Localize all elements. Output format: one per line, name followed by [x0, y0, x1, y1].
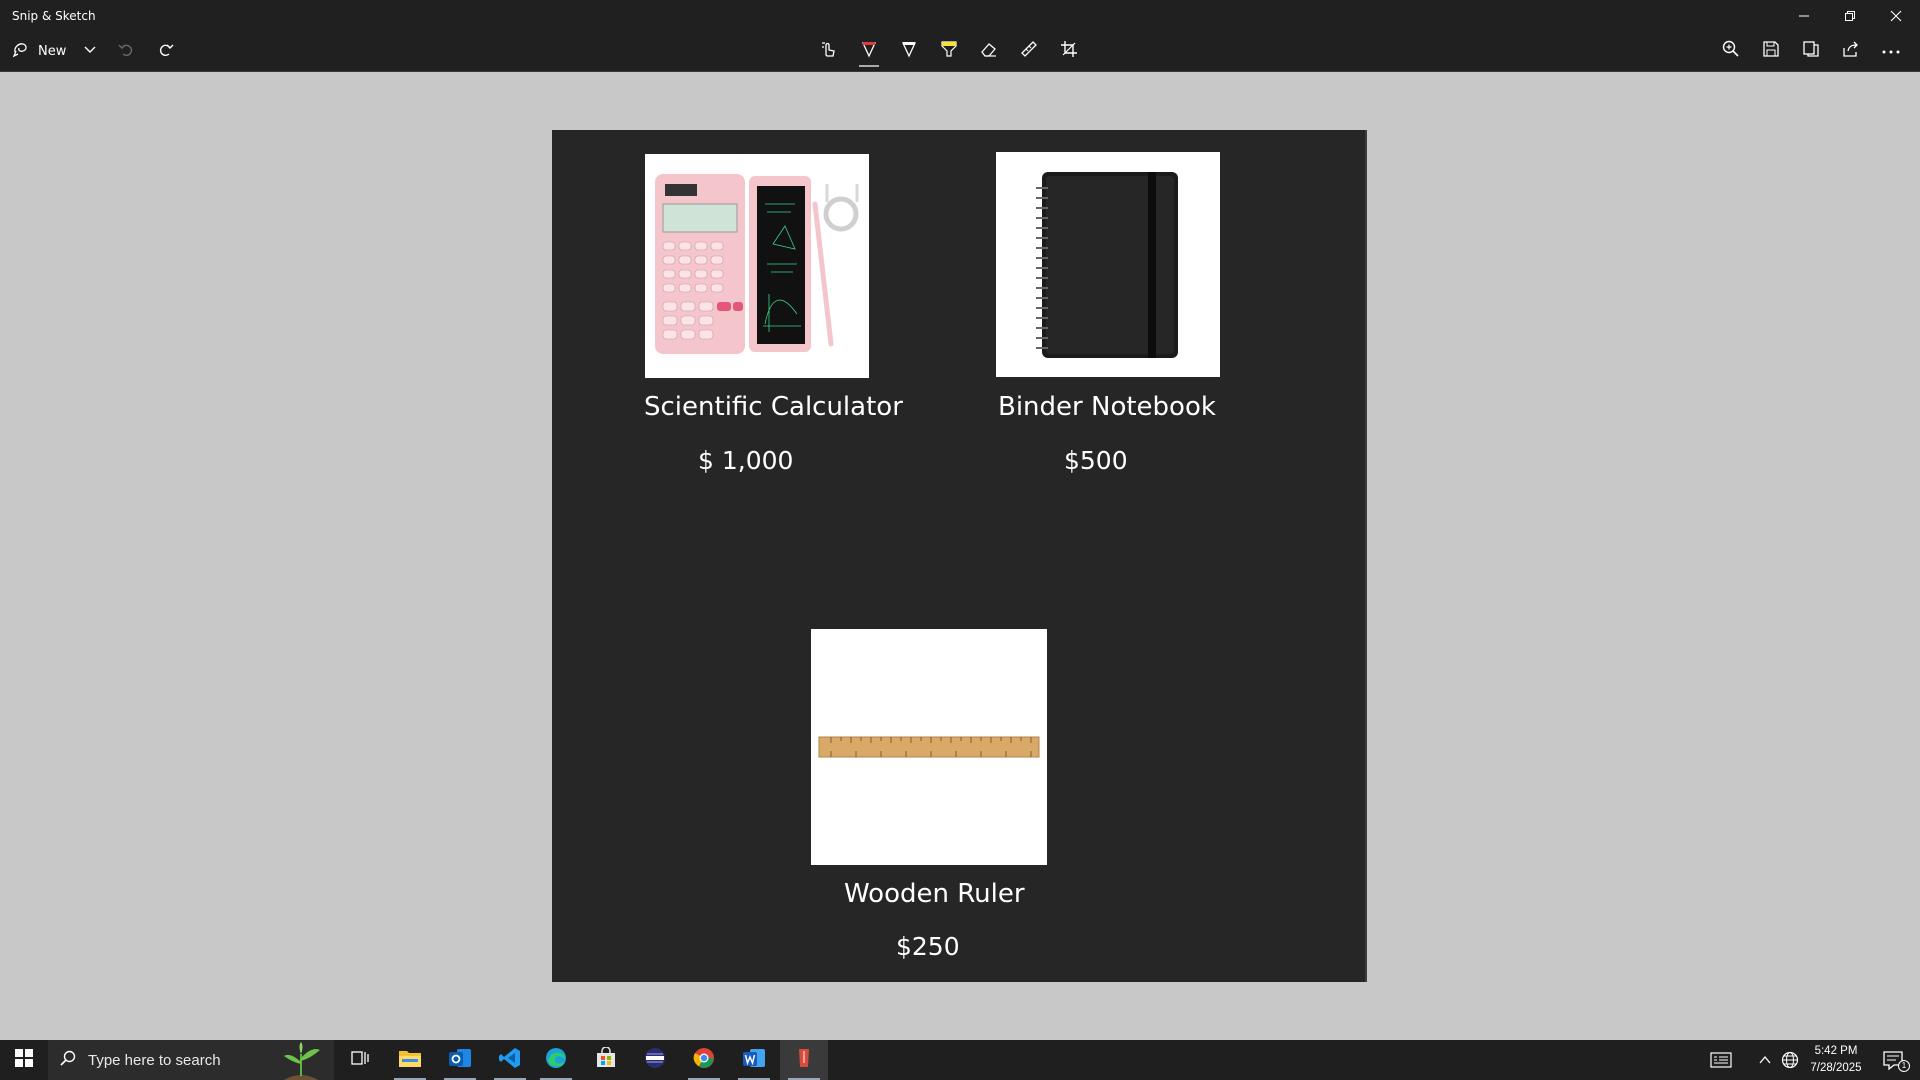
taskbar-search-box[interactable]: Type here to search: [48, 1040, 334, 1080]
pencil-button[interactable]: [891, 35, 927, 67]
notebook-image: [996, 152, 1220, 377]
ballpoint-pen-button[interactable]: [851, 35, 887, 67]
word-icon: [742, 1047, 766, 1074]
eraser-icon: [979, 39, 999, 64]
network-globe-icon[interactable]: [1778, 1040, 1802, 1080]
new-options-dropdown[interactable]: [72, 35, 108, 67]
notification-center-button[interactable]: 1: [1874, 1040, 1914, 1080]
taskbar-chrome[interactable]: [680, 1040, 728, 1080]
title-bar: Snip & Sketch: [0, 0, 1920, 31]
active-tool-indicator: [859, 65, 879, 67]
folder-icon: [398, 1048, 422, 1073]
product-price: $500: [1064, 446, 1128, 475]
crop-icon: [1059, 39, 1079, 64]
app-title: Snip & Sketch: [12, 9, 96, 23]
snip-canvas[interactable]: Scientific Calculator $ 1,000 Binder Not…: [552, 130, 1367, 982]
eraser-button[interactable]: [971, 35, 1007, 67]
plant-illustration-icon: [276, 1042, 326, 1080]
task-view-button[interactable]: [336, 1040, 384, 1080]
taskbar-browser[interactable]: [631, 1040, 679, 1080]
keyboard-layout-icon[interactable]: [1705, 1040, 1737, 1080]
new-snip-button[interactable]: New: [6, 35, 72, 67]
snip-and-sketch-icon: [793, 1047, 815, 1074]
copy-icon: [1801, 39, 1821, 64]
vs-code-icon: [499, 1047, 521, 1074]
undo-button[interactable]: [108, 35, 144, 67]
taskbar-file-explorer[interactable]: [386, 1040, 434, 1080]
show-hidden-icons-chevron-icon[interactable]: [1754, 1040, 1776, 1080]
save-button[interactable]: [1753, 35, 1789, 67]
product-name: Wooden Ruler: [844, 879, 1025, 909]
undo-icon: [117, 40, 135, 63]
highlighter-icon: [939, 39, 959, 64]
copy-button[interactable]: [1793, 35, 1829, 67]
product-name: Scientific Calculator: [644, 392, 903, 422]
clock-date: 7/28/2025: [1810, 1062, 1862, 1074]
redo-button[interactable]: [148, 35, 184, 67]
share-icon: [1841, 39, 1861, 64]
minimize-button[interactable]: [1784, 0, 1824, 31]
start-button[interactable]: [0, 1040, 48, 1080]
outlook-icon: [448, 1047, 472, 1074]
search-icon: [60, 1050, 76, 1071]
touch-writing-icon: [819, 39, 839, 64]
ballpoint-pen-icon: [859, 39, 879, 64]
ruler-button[interactable]: [1011, 35, 1047, 67]
product-name: Binder Notebook: [998, 392, 1216, 422]
redo-icon: [157, 40, 175, 63]
more-icon: [1881, 42, 1901, 60]
chrome-icon: [693, 1047, 715, 1074]
zoom-icon: [1721, 39, 1741, 64]
notification-icon: 1: [1882, 1050, 1910, 1072]
taskbar-outlook[interactable]: [436, 1040, 484, 1080]
taskbar-vs-code[interactable]: [486, 1040, 534, 1080]
more-options-button[interactable]: [1873, 35, 1909, 67]
chevron-down-icon: [83, 42, 97, 61]
clock-time: 5:42 PM: [1814, 1045, 1858, 1057]
restore-button[interactable]: [1830, 0, 1870, 31]
task-view-icon: [351, 1049, 369, 1072]
ruler-image: [811, 629, 1047, 865]
save-icon: [1761, 39, 1781, 64]
close-button[interactable]: [1876, 0, 1916, 31]
taskbar: Type here to search 5:42 PM 7/28/2025 1: [0, 1040, 1920, 1080]
notification-count-badge: 1: [1898, 1060, 1910, 1072]
new-snip-icon: [12, 40, 30, 63]
calculator-image: [645, 154, 869, 378]
taskbar-edge[interactable]: [532, 1040, 580, 1080]
toolbar: New: [0, 31, 1920, 72]
store-icon: [595, 1045, 617, 1074]
taskbar-word[interactable]: [730, 1040, 778, 1080]
product-price: $ 1,000: [698, 446, 794, 475]
touch-writing-button[interactable]: [811, 35, 847, 67]
edge-icon: [545, 1047, 567, 1074]
zoom-button[interactable]: [1713, 35, 1749, 67]
browser-icon: [644, 1047, 666, 1074]
highlighter-button[interactable]: [931, 35, 967, 67]
taskbar-store[interactable]: [582, 1040, 630, 1080]
product-price: $250: [896, 932, 960, 961]
new-label: New: [38, 43, 67, 59]
ruler-icon: [1019, 39, 1039, 64]
crop-button[interactable]: [1051, 35, 1087, 67]
windows-logo-icon: [15, 1048, 33, 1072]
taskbar-clock[interactable]: 5:42 PM 7/28/2025: [1802, 1043, 1870, 1077]
search-placeholder: Type here to search: [88, 1051, 221, 1069]
share-button[interactable]: [1833, 35, 1869, 67]
pencil-icon: [899, 39, 919, 64]
taskbar-snip-and-sketch[interactable]: [780, 1040, 828, 1080]
